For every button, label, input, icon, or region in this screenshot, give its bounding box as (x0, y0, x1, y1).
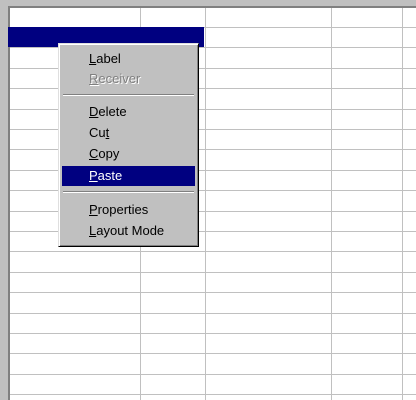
menu-item-paste[interactable]: Paste (62, 166, 195, 186)
menu-item-label[interactable]: Label (62, 49, 195, 69)
menu-item-receiver: Receiver (89, 71, 141, 86)
menu-item-properties[interactable]: Properties (62, 200, 195, 220)
menu-item-layout-mode[interactable]: Layout Mode (62, 221, 195, 241)
menu-item-delete[interactable]: Delete (62, 102, 195, 122)
editor-window: Label Receiver Delete Cut Copy Paste Pro… (0, 0, 416, 400)
menu-separator (63, 191, 194, 193)
context-menu: Label Receiver Delete Cut Copy Paste Pro… (58, 43, 199, 247)
menu-item-copy[interactable]: Copy (62, 144, 195, 164)
menu-separator (63, 94, 194, 96)
menu-item-cut[interactable]: Cut (62, 123, 195, 143)
